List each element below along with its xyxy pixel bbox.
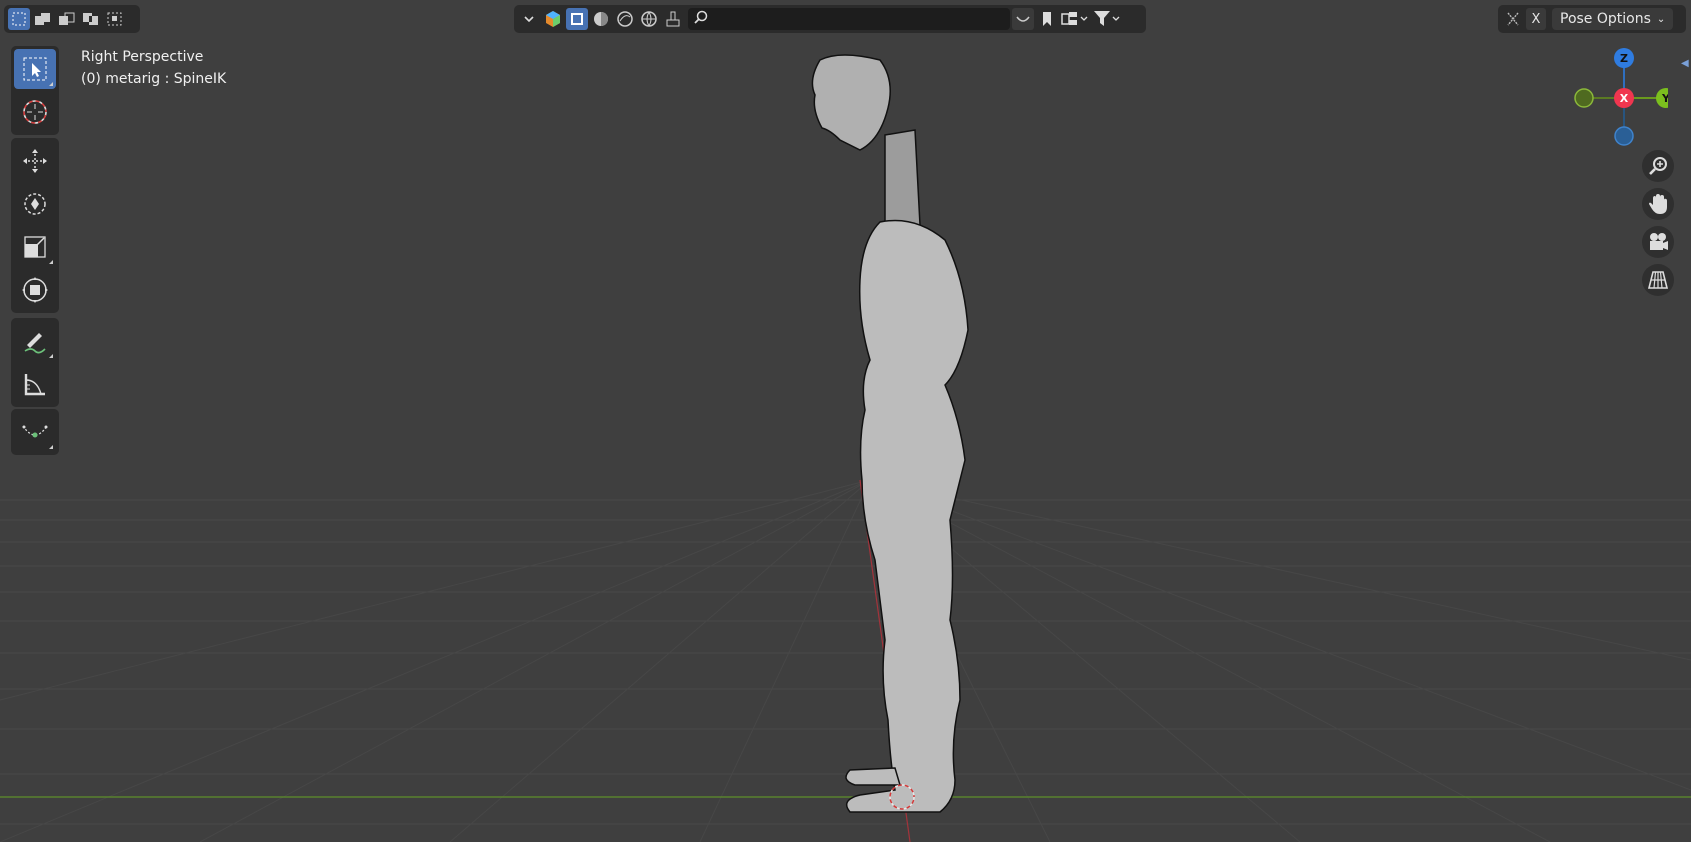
tool-group-select — [11, 46, 59, 135]
navigation-gizmo[interactable]: Z Y X — [1568, 46, 1676, 160]
view-name: Right Perspective — [81, 49, 204, 65]
svg-text:X: X — [1620, 92, 1629, 105]
select-extend-icon[interactable] — [32, 8, 54, 30]
camera-icon[interactable] — [1642, 226, 1674, 258]
select-invert-icon[interactable] — [80, 8, 102, 30]
pose-options-dropdown[interactable]: Pose Options ⌄ — [1552, 8, 1674, 30]
tool-group-transform — [11, 138, 59, 313]
axis-gizmo[interactable]: Z Y X — [1568, 46, 1676, 156]
sidebar-expand-icon[interactable]: ◀ — [1681, 58, 1689, 69]
curve-icon[interactable] — [1012, 8, 1034, 30]
scale-tool[interactable] — [14, 227, 56, 267]
solid-shading-icon[interactable] — [590, 8, 612, 30]
cursor-tool[interactable] — [14, 92, 56, 132]
pan-hand-icon[interactable] — [1642, 188, 1674, 220]
brush-icon[interactable] — [662, 8, 684, 30]
bend-tool[interactable] — [14, 412, 56, 452]
svg-text:Y: Y — [1661, 92, 1668, 105]
pose-options-label: Pose Options — [1560, 11, 1651, 27]
transform-tool[interactable] — [14, 270, 56, 310]
annotate-tool[interactable] — [14, 321, 56, 361]
3d-viewport[interactable]: Right Perspective (0) metarig : SpineIK — [0, 0, 1691, 842]
tool-group-annotate — [11, 318, 59, 407]
search-field[interactable] — [688, 8, 1010, 30]
rotate-tool[interactable] — [14, 184, 56, 224]
character-mesh — [811, 54, 969, 813]
move-tool[interactable] — [14, 141, 56, 181]
search-icon — [694, 10, 708, 28]
chevron-down-icon: ⌄ — [1656, 13, 1666, 25]
measure-tool[interactable] — [14, 364, 56, 404]
material-preview-icon[interactable] — [614, 8, 636, 30]
bookmark-icon[interactable] — [1036, 8, 1058, 30]
viewport-info: Right Perspective (0) metarig : SpineIK — [81, 46, 226, 90]
chevron-down-icon[interactable] — [518, 8, 540, 30]
select-intersect-icon[interactable] — [104, 8, 126, 30]
perspective-grid-icon[interactable] — [1642, 264, 1674, 296]
object-types-icon[interactable] — [542, 8, 564, 30]
select-new-icon[interactable] — [8, 8, 30, 30]
pose-mirror-icon[interactable] — [1502, 8, 1524, 30]
pose-header: X Pose Options ⌄ — [1498, 5, 1686, 33]
mirror-x-toggle[interactable]: X — [1526, 8, 1546, 30]
tool-group-bend — [11, 409, 59, 455]
collection-view-icon[interactable] — [1060, 8, 1090, 30]
select-mode-bar — [4, 5, 140, 33]
svg-text:Z: Z — [1620, 52, 1628, 65]
neg-z-axis-handle — [1614, 126, 1634, 146]
viewport-scene — [0, 54, 1691, 842]
zoom-icon[interactable] — [1642, 150, 1674, 182]
neg-y-axis-handle — [1574, 88, 1594, 108]
viewport-header — [514, 5, 1146, 33]
rendered-shading-icon[interactable] — [638, 8, 660, 30]
select-box-tool[interactable] — [14, 49, 56, 89]
object-info: (0) metarig : SpineIK — [81, 71, 227, 87]
search-input[interactable] — [712, 11, 996, 27]
select-subtract-icon[interactable] — [56, 8, 78, 30]
filter-icon[interactable] — [1092, 8, 1122, 30]
wireframe-shading-icon[interactable] — [566, 8, 588, 30]
